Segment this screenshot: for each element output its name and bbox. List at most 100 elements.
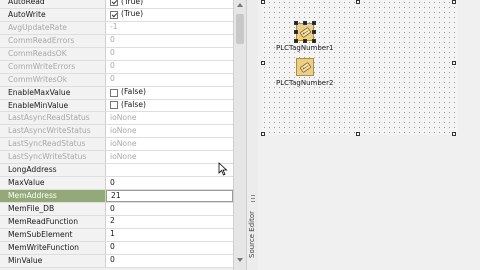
property-row[interactable]: EnableMinValue (False) <box>0 99 233 113</box>
property-row[interactable]: LastAsyncReadStatus ioNone <box>0 112 233 126</box>
property-name: LastSyncWriteStatus <box>0 151 106 164</box>
form-resize-handle[interactable] <box>452 61 456 65</box>
form-resize-handle[interactable] <box>356 0 360 4</box>
property-value[interactable]: 0 <box>106 47 233 60</box>
property-value[interactable]: ioNone <box>106 151 233 164</box>
property-name: MemSubElement <box>0 228 106 241</box>
selection-handle[interactable] <box>294 39 298 43</box>
property-value[interactable]: ioNone <box>106 125 233 138</box>
selection-handle[interactable] <box>312 39 316 43</box>
property-value[interactable]: ioNone <box>106 112 233 125</box>
property-name: CommReadErrors <box>0 34 106 47</box>
property-row[interactable]: MaxValue 0 <box>0 177 233 191</box>
form-surface[interactable]: PLCTagNumber1 PLCTagNumber2 <box>261 0 458 136</box>
property-name: LastAsyncReadStatus <box>0 112 106 125</box>
property-value[interactable]: (False) <box>106 99 233 112</box>
property-row[interactable]: MemFile_DB 0 <box>0 203 233 216</box>
property-row[interactable]: LastAsyncWriteStatus ioNone <box>0 125 233 139</box>
property-value[interactable]: 0 <box>106 34 233 47</box>
component-label: PLCTagNumber2 <box>276 79 334 87</box>
property-checkbox[interactable] <box>110 10 118 19</box>
property-checkbox[interactable] <box>110 88 118 97</box>
property-value[interactable]: 0 <box>106 254 233 267</box>
selection-handle[interactable] <box>294 30 298 34</box>
property-row[interactable]: CommReadErrors 0 <box>0 34 233 48</box>
property-value[interactable]: (False) <box>106 86 233 99</box>
property-value[interactable]: 21 <box>106 190 233 202</box>
property-name: MemWriteFunction <box>0 241 106 254</box>
property-value-text: 1 <box>110 229 115 239</box>
property-value[interactable]: (True) <box>106 0 233 8</box>
selection-handle[interactable] <box>312 30 316 34</box>
property-value-text: (True) <box>121 0 144 6</box>
property-value-text: 0 <box>110 35 115 45</box>
property-value-text: 0 <box>110 61 115 71</box>
form-resize-handle[interactable] <box>452 132 456 136</box>
property-value[interactable]: 0 <box>106 73 233 86</box>
property-row[interactable]: MemWriteFunction 0 <box>0 241 233 255</box>
scrollbar-thumb[interactable] <box>236 14 244 44</box>
property-row[interactable]: MemSubElement 1 <box>0 228 233 242</box>
property-value-text: 0 <box>110 203 115 213</box>
property-value[interactable]: (True) <box>106 8 233 21</box>
selection-handle[interactable] <box>294 21 298 25</box>
property-row[interactable]: AutoRead (True) <box>0 0 233 9</box>
selection-handle[interactable] <box>303 39 307 43</box>
property-name: LongAddress <box>0 164 106 177</box>
property-value-text: ioNone <box>110 151 137 161</box>
property-name: MemAddress <box>0 190 106 202</box>
property-value[interactable]: 0 <box>106 203 233 215</box>
property-name: AutoRead <box>0 0 106 8</box>
plc-tag-number1-component[interactable] <box>294 21 316 43</box>
form-resize-handle[interactable] <box>261 132 265 136</box>
property-row[interactable]: AutoWrite (True) <box>0 8 233 22</box>
form-resize-handle[interactable] <box>261 0 265 4</box>
object-inspector-grid: AutoRead (True) AutoWrite (True) AvgUpdateRa… <box>0 0 233 268</box>
inspector-scrollbar[interactable] <box>233 0 247 270</box>
property-name: MemReadFunction <box>0 215 106 228</box>
property-value-text: 0 <box>110 48 115 58</box>
property-row[interactable]: LastSyncReadStatus ioNone <box>0 138 233 152</box>
form-resize-handle[interactable] <box>356 132 360 136</box>
property-value[interactable] <box>106 164 233 177</box>
property-name: AvgUpdateRate <box>0 21 106 34</box>
plc-tag-icon <box>296 58 314 76</box>
property-row[interactable]: MemReadFunction 2 <box>0 215 233 229</box>
grip-line <box>251 201 255 202</box>
form-resize-handle[interactable] <box>452 0 456 4</box>
scroll-up-arrow-icon[interactable] <box>237 3 243 7</box>
property-value[interactable]: -1 <box>106 21 233 34</box>
property-value-text: 21 <box>111 190 121 200</box>
property-value-text: 0 <box>110 242 115 252</box>
property-name: EnableMaxValue <box>0 86 106 99</box>
property-row[interactable]: EnableMaxValue (False) <box>0 86 233 100</box>
property-value[interactable]: 0 <box>106 241 233 254</box>
property-row[interactable]: MinValue 0 <box>0 254 233 268</box>
property-row[interactable]: MemAddress 21 <box>0 190 233 203</box>
property-row[interactable]: AvgUpdateRate -1 <box>0 21 233 35</box>
plc-tag-number2-component[interactable] <box>296 58 314 76</box>
property-value[interactable]: 0 <box>106 177 233 190</box>
scroll-down-arrow-icon[interactable] <box>237 258 243 262</box>
selection-handle[interactable] <box>303 21 307 25</box>
property-value-text: (False) <box>121 100 146 109</box>
property-row[interactable]: CommWriteErrors 0 <box>0 60 233 74</box>
property-checkbox[interactable] <box>110 101 118 110</box>
property-value-text: 0 <box>110 255 115 265</box>
property-name: MaxValue <box>0 177 106 190</box>
property-value-text: ioNone <box>110 112 137 122</box>
property-value-text: (True) <box>121 9 144 19</box>
property-checkbox[interactable] <box>110 0 118 6</box>
form-resize-handle[interactable] <box>261 61 265 65</box>
property-row[interactable]: CommWritesOk 0 <box>0 73 233 87</box>
property-row[interactable]: LongAddress <box>0 164 233 178</box>
property-row[interactable]: LastSyncWriteStatus ioNone <box>0 151 233 165</box>
property-row[interactable]: CommReadsOK 0 <box>0 47 233 61</box>
property-value[interactable]: ioNone <box>106 138 233 151</box>
selection-handle[interactable] <box>312 21 316 25</box>
property-value[interactable]: 2 <box>106 215 233 228</box>
property-name: LastSyncReadStatus <box>0 138 106 151</box>
property-value[interactable]: 0 <box>106 60 233 73</box>
property-value[interactable]: 1 <box>106 228 233 241</box>
mouse-cursor-icon <box>218 162 228 176</box>
